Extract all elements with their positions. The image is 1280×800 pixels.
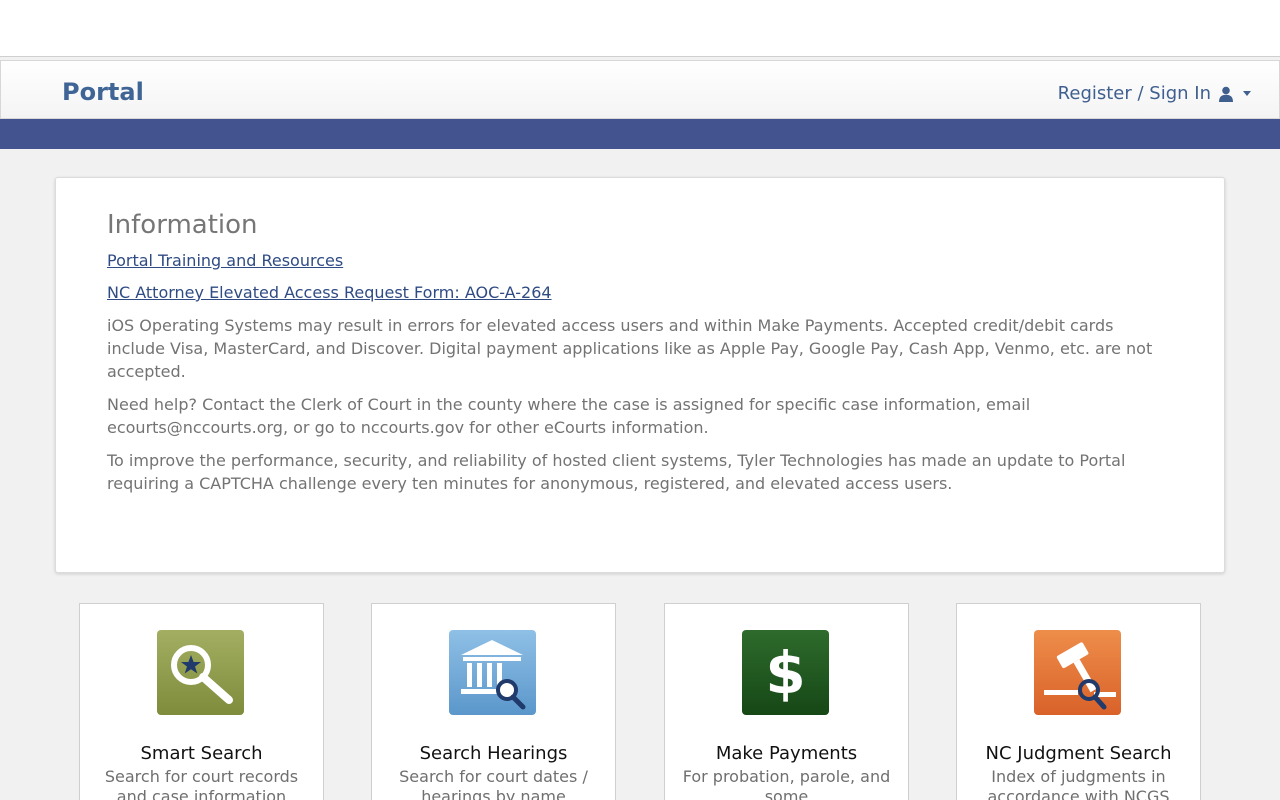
information-card: Information Portal Training and Resource… (55, 177, 1225, 573)
signin-label: Register / Sign In (1057, 83, 1211, 104)
captcha-notice: To improve the performance, security, an… (107, 451, 1126, 493)
smart-search-tile[interactable]: Smart Search Search for court records an… (79, 603, 324, 800)
training-resources-link[interactable]: Portal Training and Resources (107, 250, 1174, 272)
search-hearings-tile[interactable]: Search Hearings Search for court dates /… (371, 603, 616, 800)
brand-link[interactable]: Portal (62, 78, 144, 106)
courthouse-search-icon (449, 630, 536, 715)
gavel-search-icon (1034, 630, 1121, 715)
search-hearings-desc: Search for court dates / hearings by nam… (399, 767, 588, 800)
attorney-access-form-link[interactable]: NC Attorney Elevated Access Request Form… (107, 282, 1174, 304)
portal-tiles: Smart Search Search for court records an… (79, 603, 1201, 800)
chevron-down-icon (1243, 91, 1251, 96)
ios-notice: iOS Operating Systems may result in erro… (107, 316, 1153, 381)
magnifier-star-icon (157, 630, 244, 715)
information-title: Information (107, 210, 258, 240)
user-icon (1219, 86, 1233, 102)
top-blank-area (0, 0, 1280, 57)
nc-judgment-search-tile[interactable]: NC Judgment Search Index of judgments in… (956, 603, 1201, 800)
nc-judgment-search-title: NC Judgment Search (985, 743, 1172, 764)
make-payments-desc: For probation, parole, and some (682, 767, 891, 800)
dollar-icon: $ (742, 630, 829, 715)
register-signin-menu[interactable]: Register / Sign In (1058, 83, 1251, 104)
navbar: Portal Register / Sign In (0, 60, 1280, 119)
help-notice: Need help? Contact the Clerk of Court in… (107, 395, 1031, 437)
make-payments-title: Make Payments (715, 743, 858, 764)
header-band (0, 119, 1280, 149)
nc-judgment-search-desc: Index of judgments in accordance with NC… (987, 767, 1170, 800)
smart-search-title: Smart Search (140, 743, 263, 764)
svg-text:$: $ (765, 639, 805, 707)
make-payments-tile[interactable]: $ Make Payments For probation, parole, a… (664, 603, 909, 800)
search-hearings-title: Search Hearings (419, 743, 568, 764)
smart-search-desc: Search for court records and case inform… (104, 767, 299, 800)
